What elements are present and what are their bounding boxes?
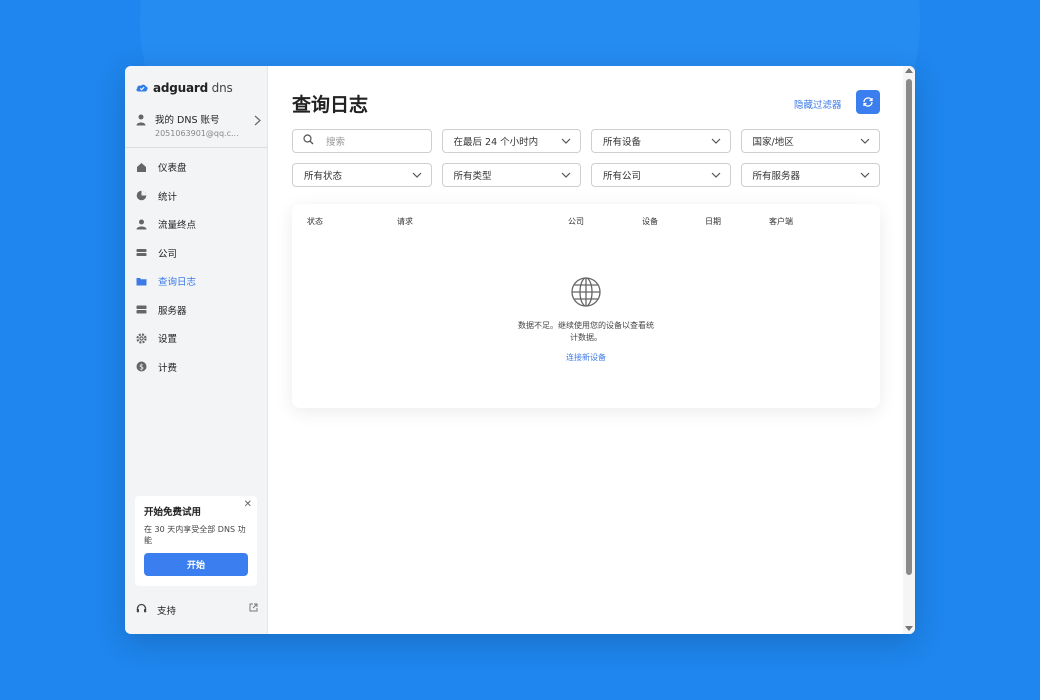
scrollbar[interactable] <box>903 66 915 634</box>
external-link-icon <box>249 603 258 615</box>
column-header-device[interactable]: 设备 <box>642 216 658 227</box>
chevron-down-icon <box>711 171 721 182</box>
pie-chart-icon <box>136 190 147 201</box>
home-icon <box>136 162 147 173</box>
sidebar-item-label: 计费 <box>158 362 178 374</box>
chevron-down-icon <box>711 137 721 148</box>
type-value: 所有类型 <box>453 171 492 182</box>
column-header-date[interactable]: 日期 <box>705 216 721 227</box>
main-content: 查询日志 隐藏过滤器 搜索 在最后 24 个小时内 所有设备 国家/地区 所有状… <box>268 66 915 634</box>
support-label: 支持 <box>157 606 177 617</box>
app-window: adguard dns 我的 DNS 账号 2051063901@qq.c...… <box>125 66 915 634</box>
status-value: 所有状态 <box>304 171 343 182</box>
brand-logo[interactable]: adguard dns <box>135 81 233 95</box>
free-trial-card: 开始免费试用 ✕ 在 30 天内享受全部 DNS 功能 开始 <box>135 496 257 586</box>
query-log-table: 状态 请求 公司 设备 日期 客户端 数据不足。继续使用您的设备以查看统计数据。… <box>292 204 880 408</box>
chevron-down-icon <box>561 137 571 148</box>
status-select[interactable]: 所有状态 <box>292 163 432 187</box>
dollar-icon: $ <box>136 361 147 372</box>
type-select[interactable]: 所有类型 <box>441 163 581 187</box>
svg-text:$: $ <box>139 363 144 372</box>
sidebar-item-label: 设置 <box>158 334 178 346</box>
sidebar-item-statistics[interactable]: 统计 <box>125 182 268 211</box>
support-link[interactable]: 支持 <box>136 603 258 617</box>
server-select[interactable]: 所有服务器 <box>740 163 880 187</box>
sidebar-item-dashboard[interactable]: 仪表盘 <box>125 153 268 182</box>
sidebar-item-settings[interactable]: 设置 <box>125 324 268 353</box>
account-name: 我的 DNS 账号 <box>155 115 220 126</box>
sidebar-item-servers[interactable]: 服务器 <box>125 296 268 325</box>
sidebar-item-billing[interactable]: $ 计费 <box>125 353 268 382</box>
chevron-down-icon <box>412 171 422 182</box>
server-value: 所有服务器 <box>752 171 801 182</box>
scroll-down-arrow[interactable] <box>905 626 913 631</box>
company-select[interactable]: 所有公司 <box>591 163 731 187</box>
column-header-client[interactable]: 客户端 <box>769 216 793 227</box>
scrollbar-thumb[interactable] <box>906 79 912 575</box>
user-icon <box>136 114 146 126</box>
chevron-down-icon <box>860 137 870 148</box>
filter-bar: 搜索 在最后 24 个小时内 所有设备 国家/地区 所有状态 所有类型 所有公司… <box>292 129 880 197</box>
cloud-shield-icon <box>136 84 148 92</box>
country-value: 国家/地区 <box>752 137 794 148</box>
server-stack-icon <box>136 304 147 315</box>
search-placeholder: 搜索 <box>326 137 346 148</box>
brand-name: adguard dns <box>153 81 233 95</box>
time-range-value: 在最后 24 个小时内 <box>453 137 539 148</box>
country-select[interactable]: 国家/地区 <box>740 129 880 153</box>
sidebar-item-label: 公司 <box>158 248 178 260</box>
sidebar: adguard dns 我的 DNS 账号 2051063901@qq.c...… <box>125 66 268 634</box>
sidebar-item-label: 流量终点 <box>158 220 197 232</box>
user-icon <box>136 219 147 230</box>
device-value: 所有设备 <box>603 137 642 148</box>
chevron-down-icon <box>860 171 870 182</box>
column-header-request[interactable]: 请求 <box>397 216 413 227</box>
refresh-button[interactable] <box>856 90 880 114</box>
gear-icon <box>136 333 147 344</box>
empty-state: 数据不足。继续使用您的设备以查看统计数据。 连接新设备 <box>292 276 880 363</box>
sidebar-item-label: 服务器 <box>158 305 187 317</box>
scroll-up-arrow[interactable] <box>905 68 913 73</box>
hide-filters-link[interactable]: 隐藏过滤器 <box>794 97 842 111</box>
time-range-select[interactable]: 在最后 24 个小时内 <box>441 129 581 153</box>
sidebar-item-traffic-destinations[interactable]: 流量终点 <box>125 210 268 239</box>
sidebar-nav: 仪表盘 统计 流量终点 公司 查询日志 服务器 设置 $ 计费 <box>125 153 268 381</box>
empty-state-message: 数据不足。继续使用您的设备以查看统计数据。 <box>518 321 654 342</box>
folder-icon <box>136 276 147 287</box>
refresh-icon <box>863 97 873 107</box>
sidebar-item-label: 统计 <box>158 191 178 203</box>
sidebar-item-company[interactable]: 公司 <box>125 239 268 268</box>
chevron-down-icon <box>561 171 571 182</box>
device-select[interactable]: 所有设备 <box>591 129 731 153</box>
sidebar-item-query-log[interactable]: 查询日志 <box>125 267 268 296</box>
search-icon <box>303 134 314 148</box>
trial-title: 开始免费试用 <box>144 507 202 518</box>
column-header-status[interactable]: 状态 <box>307 216 323 227</box>
sidebar-item-label: 查询日志 <box>158 277 197 289</box>
close-icon[interactable]: ✕ <box>244 499 252 510</box>
globe-icon <box>571 277 601 307</box>
account-email: 2051063901@qq.c... <box>155 129 239 138</box>
start-trial-button[interactable]: 开始 <box>144 553 248 576</box>
chevron-right-icon <box>254 115 261 129</box>
page-title: 查询日志 <box>292 94 369 116</box>
headset-icon <box>136 603 147 617</box>
sidebar-item-label: 仪表盘 <box>158 163 187 175</box>
sidebar-divider <box>125 147 268 148</box>
column-header-company[interactable]: 公司 <box>568 216 584 227</box>
connect-device-link[interactable]: 连接新设备 <box>292 352 880 363</box>
trial-description: 在 30 天内享受全部 DNS 功能 <box>144 525 246 545</box>
account-menu[interactable]: 我的 DNS 账号 2051063901@qq.c... <box>135 112 261 142</box>
search-input[interactable]: 搜索 <box>292 129 432 153</box>
company-value: 所有公司 <box>603 171 642 182</box>
server-icon <box>136 247 147 258</box>
